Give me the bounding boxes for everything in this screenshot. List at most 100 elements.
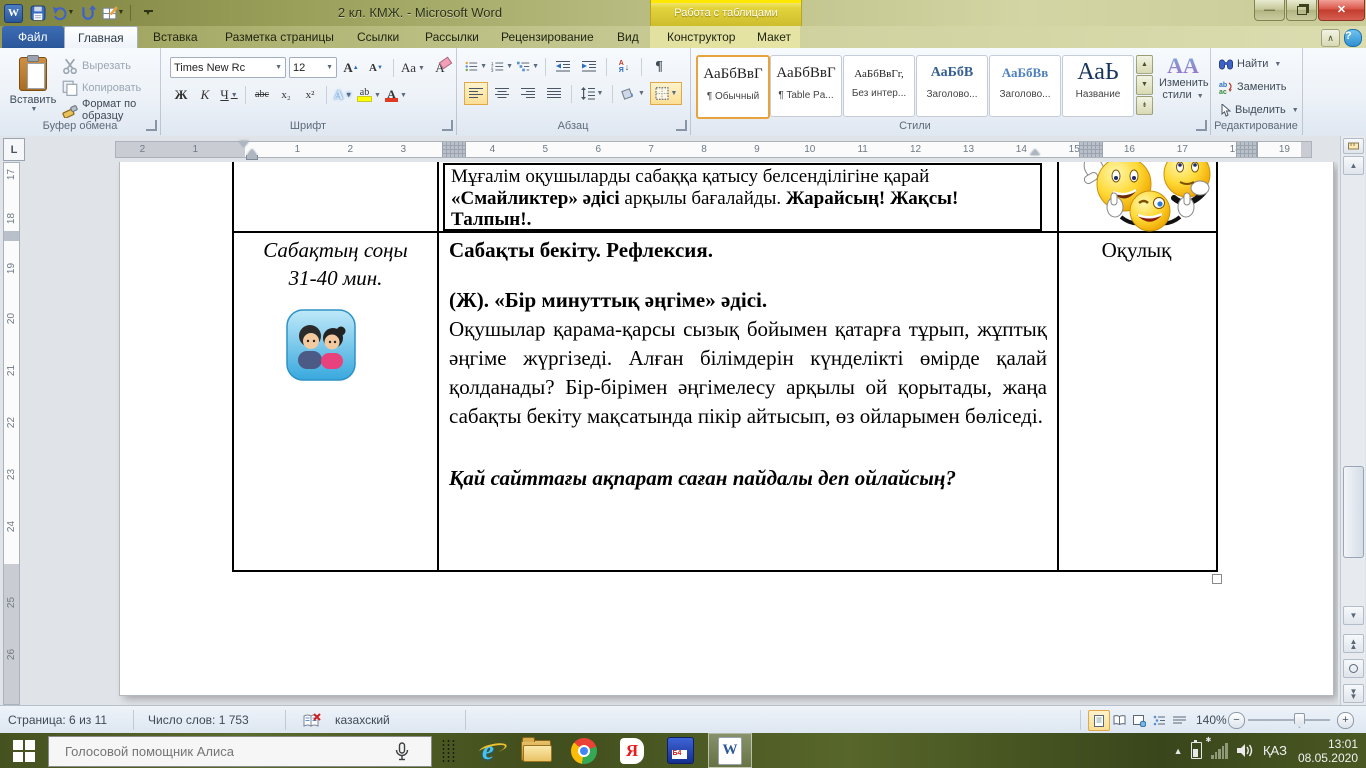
right-indent-marker[interactable] bbox=[1030, 149, 1040, 155]
ruler-table-marker-3[interactable] bbox=[1236, 142, 1258, 157]
draft-view-button[interactable] bbox=[1168, 710, 1190, 731]
document-page[interactable]: Мұғалім оқушыларды сабаққа қатысу белсен… bbox=[120, 162, 1333, 695]
vertical-ruler-row-marker[interactable] bbox=[4, 231, 19, 241]
grow-font-button[interactable]: А▲ bbox=[340, 56, 362, 79]
line-spacing-button[interactable]: ▼ bbox=[577, 82, 607, 105]
style-heading1[interactable]: АаБбВ Заголово... bbox=[916, 55, 988, 117]
bullets-button[interactable]: ▼ bbox=[464, 55, 488, 78]
stage-cell-text[interactable]: Сабақтың соңы 31-40 мин. bbox=[234, 236, 437, 292]
scroll-down-button[interactable]: ▼ bbox=[1343, 606, 1364, 625]
tab-table-design[interactable]: Конструктор bbox=[654, 26, 748, 48]
first-line-indent-marker[interactable] bbox=[239, 141, 249, 147]
taskbar-internet-explorer[interactable]: e bbox=[466, 733, 510, 768]
superscript-button[interactable]: x² bbox=[299, 83, 321, 106]
vertical-scrollbar[interactable]: ▲ ▼ ▲▲ ▼▼ bbox=[1340, 136, 1365, 705]
copy-button[interactable]: Копировать bbox=[58, 77, 145, 99]
styles-scroll-down-button[interactable]: ▼ bbox=[1136, 75, 1153, 94]
tab-mailings[interactable]: Рассылки bbox=[412, 26, 492, 48]
minimize-ribbon-button[interactable]: ∧ bbox=[1321, 29, 1340, 47]
taskbar-file-explorer[interactable] bbox=[514, 733, 558, 768]
decrease-indent-button[interactable] bbox=[551, 55, 575, 78]
style-title[interactable]: АаЬ Название bbox=[1062, 55, 1134, 117]
style-heading2[interactable]: АаБбВв Заголово... bbox=[989, 55, 1061, 117]
show-marks-button[interactable]: ¶ bbox=[647, 55, 671, 78]
taskbar-journal-app[interactable] bbox=[658, 733, 702, 768]
redo-button[interactable] bbox=[78, 3, 98, 23]
text-effects-button[interactable]: А▼ bbox=[332, 83, 354, 106]
undo-button[interactable]: ▼ bbox=[53, 3, 73, 23]
assessment-text-box[interactable]: Мұғалім оқушыларды сабаққа қатысу белсен… bbox=[443, 163, 1042, 231]
style-normal[interactable]: АаБбВвГ ¶ Обычный bbox=[696, 55, 770, 119]
taskbar-chrome[interactable] bbox=[562, 733, 606, 768]
print-layout-view-button[interactable] bbox=[1088, 710, 1110, 731]
styles-gallery-more-button[interactable]: ⇟ bbox=[1136, 96, 1153, 115]
volume-icon[interactable] bbox=[1237, 743, 1254, 758]
styles-dialog-launcher[interactable] bbox=[1196, 120, 1207, 131]
highlight-button[interactable]: ab ▼ bbox=[356, 83, 382, 106]
save-button[interactable] bbox=[28, 3, 48, 23]
font-family-combobox[interactable]: Times New Rc▼ bbox=[170, 57, 286, 78]
italic-button[interactable]: К bbox=[194, 83, 216, 106]
keyboard-language-indicator[interactable]: ҚАЗ bbox=[1263, 743, 1287, 758]
language-indicator[interactable]: казахский bbox=[295, 706, 398, 734]
taskbar-clock[interactable]: 13:01 08.05.2020 bbox=[1298, 737, 1358, 765]
paste-button[interactable]: Вставить ▼ bbox=[8, 54, 58, 120]
replace-button[interactable]: ab ac Заменить bbox=[1216, 76, 1289, 98]
clear-formatting-button[interactable]: А bbox=[429, 56, 451, 79]
borders-button[interactable]: ▼ bbox=[650, 82, 682, 105]
smiley-wink-thumbs-image[interactable] bbox=[1103, 189, 1198, 233]
ruler-table-marker-1[interactable] bbox=[442, 142, 466, 157]
left-indent-marker[interactable] bbox=[246, 155, 258, 160]
network-signal-icon[interactable] bbox=[1211, 743, 1228, 759]
increase-indent-button[interactable] bbox=[577, 55, 601, 78]
search-input[interactable] bbox=[63, 743, 387, 760]
outline-view-button[interactable] bbox=[1148, 710, 1170, 731]
microphone-icon[interactable] bbox=[395, 742, 409, 761]
font-dialog-launcher[interactable] bbox=[442, 120, 453, 131]
tab-insert[interactable]: Вставка bbox=[140, 26, 211, 48]
taskbar-word-active[interactable]: W bbox=[708, 733, 752, 768]
style-no-spacing[interactable]: АаБбВвГг, Без интер... bbox=[843, 55, 915, 117]
strikethrough-button[interactable]: abc bbox=[251, 83, 273, 106]
zoom-in-button[interactable]: + bbox=[1337, 712, 1354, 729]
lesson-content-cell[interactable]: Сабақты бекіту. Рефлексия. (Ж). «Бір мин… bbox=[449, 236, 1047, 493]
zoom-out-button[interactable]: − bbox=[1228, 712, 1245, 729]
format-painter-button[interactable]: Формат по образцу bbox=[58, 99, 160, 121]
cut-button[interactable]: Вырезать bbox=[58, 55, 135, 77]
select-button[interactable]: Выделить▼ bbox=[1216, 99, 1302, 121]
multilevel-list-button[interactable]: ▼ bbox=[516, 55, 540, 78]
help-button[interactable]: ? bbox=[1344, 29, 1362, 47]
scroll-up-button[interactable]: ▲ bbox=[1343, 156, 1364, 175]
find-button[interactable]: Найти▼ bbox=[1216, 53, 1284, 75]
align-right-button[interactable] bbox=[516, 82, 540, 105]
tab-stop-selector[interactable]: L bbox=[3, 138, 25, 161]
next-page-button[interactable]: ▼▼ bbox=[1343, 684, 1364, 703]
sort-button[interactable]: А Я ↓ bbox=[612, 55, 636, 78]
shrink-font-button[interactable]: А▼ bbox=[365, 56, 387, 79]
minimize-button[interactable]: — bbox=[1254, 0, 1285, 21]
bold-button[interactable]: Ж bbox=[170, 83, 192, 106]
subscript-button[interactable]: x₂ bbox=[275, 83, 297, 106]
tab-home[interactable]: Главная bbox=[64, 26, 138, 49]
tab-references[interactable]: Ссылки bbox=[344, 26, 412, 48]
underline-button[interactable]: Ч▼ bbox=[218, 83, 240, 106]
shading-button[interactable]: ▼ bbox=[618, 82, 648, 105]
pair-work-image[interactable] bbox=[286, 308, 356, 382]
numbering-button[interactable]: 123 ▼ bbox=[490, 55, 514, 78]
style-table-paragraph[interactable]: АаБбВвГ ¶ Table Pa... bbox=[770, 55, 842, 117]
previous-page-button[interactable]: ▲▲ bbox=[1343, 634, 1364, 653]
taskbar-search-box[interactable] bbox=[48, 736, 432, 767]
battery-icon[interactable] bbox=[1191, 742, 1202, 759]
zoom-slider-thumb[interactable] bbox=[1294, 713, 1305, 728]
font-color-button[interactable]: А ▼ bbox=[384, 83, 408, 106]
web-layout-view-button[interactable] bbox=[1128, 710, 1150, 731]
draw-table-button[interactable]: ▼ bbox=[103, 3, 123, 23]
resources-cell[interactable]: Оқулық bbox=[1059, 238, 1214, 263]
taskbar-yandex-browser[interactable]: Я bbox=[610, 733, 654, 768]
font-size-combobox[interactable]: 12▼ bbox=[289, 57, 337, 78]
change-styles-button[interactable]: АА Изменить стили ▼ bbox=[1158, 54, 1208, 122]
paragraph-dialog-launcher[interactable] bbox=[676, 120, 687, 131]
styles-scroll-up-button[interactable]: ▲ bbox=[1136, 55, 1153, 74]
restore-button[interactable] bbox=[1286, 0, 1317, 21]
taskbar-dots-grid[interactable] bbox=[436, 733, 460, 768]
